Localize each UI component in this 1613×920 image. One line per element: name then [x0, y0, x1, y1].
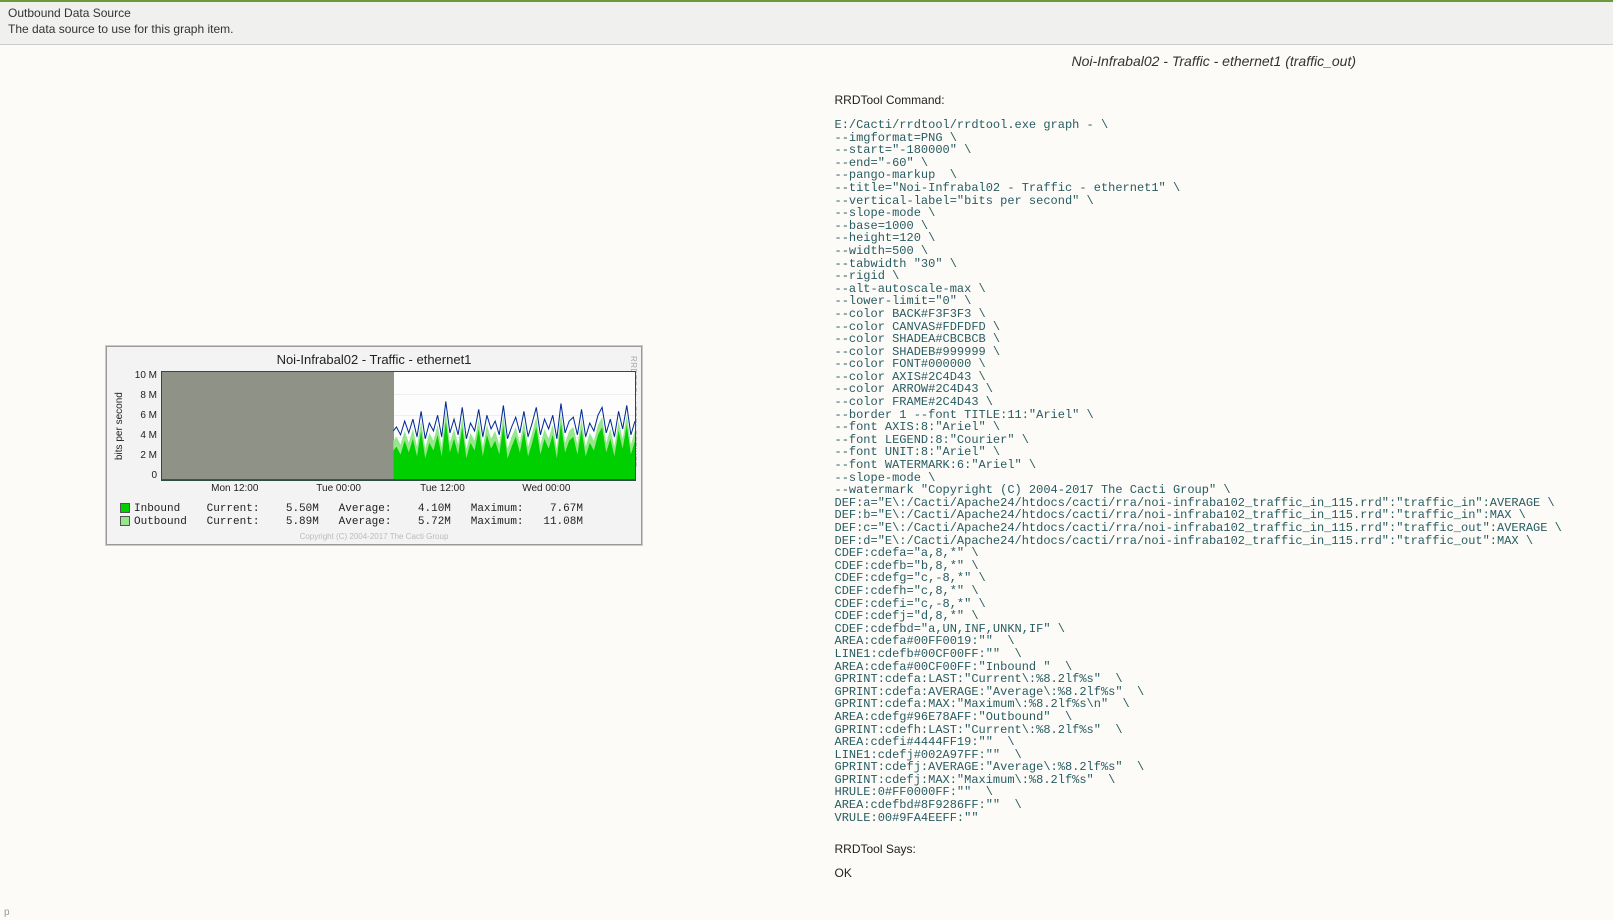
chart-series-svg	[162, 372, 635, 480]
legend-swatch-inbound	[120, 503, 130, 513]
chart-ylabel: bits per second	[112, 371, 127, 481]
rrdtool-says-label: RRDTool Says:	[835, 842, 1594, 856]
corner-char: p	[4, 907, 10, 918]
chart-title: Noi-Infrabal02 - Traffic - ethernet1	[112, 352, 636, 367]
rrdtool-command-label: RRDTool Command:	[835, 93, 1594, 107]
rrdtool-says-output: OK	[835, 866, 1594, 880]
traffic-chart: Noi-Infrabal02 - Traffic - ethernet1 RRD…	[105, 345, 643, 546]
chart-legend: Inbound Current: 5.50M Average: 4.10M Ma…	[120, 503, 632, 528]
chart-hrule-zero	[162, 479, 635, 480]
chart-watermark: Copyright (C) 2004-2017 The Cacti Group	[112, 532, 636, 541]
debug-title: Noi-Infrabal02 - Traffic - ethernet1 (tr…	[835, 53, 1594, 69]
header-desc: The data source to use for this graph it…	[8, 22, 1605, 36]
rrdtool-command-block: E:/Cacti/rrdtool/rrdtool.exe graph - \ -…	[835, 119, 1594, 824]
header-bar: Outbound Data Source The data source to …	[0, 2, 1613, 45]
chart-xaxis: Mon 12:00 Tue 00:00 Tue 12:00 Wed 00:00	[164, 483, 636, 497]
legend-swatch-outbound	[120, 516, 130, 526]
header-title: Outbound Data Source	[8, 6, 1605, 20]
chart-yaxis: 10 M 8 M 6 M 4 M 2 M 0	[127, 371, 161, 481]
chart-plot-area	[161, 371, 636, 481]
